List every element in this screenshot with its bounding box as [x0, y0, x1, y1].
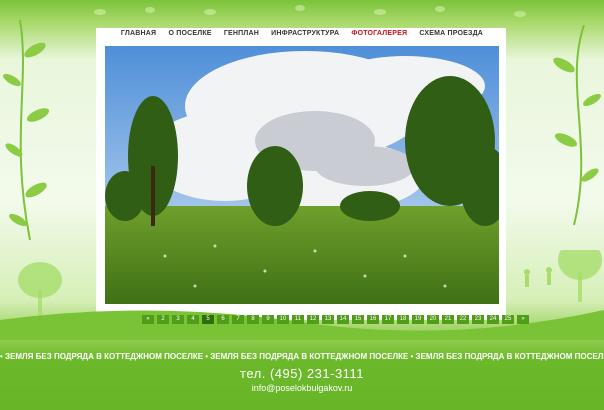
main-nav: ГЛАВНАЯ О ПОСЕЛКЕ ГЕНПЛАН ИНФРАСТРУКТУРА… — [0, 30, 604, 44]
meadow-landscape-image — [105, 46, 499, 304]
pager-page-button[interactable]: 20 — [427, 315, 439, 324]
right-vine-decoration — [553, 25, 601, 225]
pager-page-button[interactable]: 22 — [457, 315, 469, 324]
top-foliage-decoration — [94, 5, 526, 17]
pager-page-button[interactable]: 23 — [472, 315, 484, 324]
footer-slogan: • ЗЕМЛЯ БЕЗ ПОДРЯДА В КОТТЕДЖНОМ ПОСЕЛКЕ… — [0, 352, 604, 361]
footer-phone: тел. (495) 231-3111 — [240, 366, 364, 381]
pager-page-button[interactable]: 8 — [247, 315, 259, 324]
nav-item-genplan[interactable]: ГЕНПЛАН — [224, 30, 259, 37]
nav-item-directions[interactable]: СХЕМА ПРОЕЗДА — [419, 30, 483, 37]
pager-page-button[interactable]: 7 — [232, 315, 244, 324]
nav-item-about[interactable]: О ПОСЕЛКЕ — [168, 30, 211, 37]
pager-page-button[interactable]: 21 — [442, 315, 454, 324]
pager-page-button[interactable]: 19 — [412, 315, 424, 324]
pager-page-button[interactable]: 14 — [337, 315, 349, 324]
footer-email-link[interactable]: info@poselokbulgakov.ru — [0, 383, 604, 393]
pager-page-button[interactable]: 24 — [487, 315, 499, 324]
pager-page-button[interactable]: 2 — [157, 315, 169, 324]
pager-page-button[interactable]: 4 — [187, 315, 199, 324]
pager-page-button[interactable]: 15 — [352, 315, 364, 324]
gallery-pager: «2 3 4 5 6 7 8 9 10 11 12 13 14 15 16 17 18 19 20 21 22 23 24 2… — [142, 315, 529, 325]
nav-item-photogallery[interactable]: ФОТОГАЛЕРЕЯ — [351, 30, 407, 37]
pager-page-button[interactable]: 25 — [502, 315, 514, 324]
nav-item-infrastructure[interactable]: ИНФРАСТРУКТУРА — [271, 30, 339, 37]
pager-page-button[interactable]: 18 — [397, 315, 409, 324]
pager-page-button[interactable]: 12 — [307, 315, 319, 324]
left-vine-decoration — [3, 20, 50, 241]
pager-page-button[interactable]: 11 — [292, 315, 304, 324]
pager-page-button[interactable]: 16 — [367, 315, 379, 324]
pager-next-button[interactable]: » — [517, 315, 529, 324]
gallery-photo[interactable] — [105, 46, 499, 304]
pager-page-button[interactable]: 9 — [262, 315, 274, 324]
pager-page-button[interactable]: 5 — [202, 315, 214, 324]
pager-page-button[interactable]: 17 — [382, 315, 394, 324]
pager-page-button[interactable]: 6 — [217, 315, 229, 324]
pager-page-button[interactable]: 13 — [322, 315, 334, 324]
pager-page-button[interactable]: 3 — [172, 315, 184, 324]
pager-page-button[interactable]: 10 — [277, 315, 289, 324]
pager-prev-button[interactable]: « — [142, 315, 154, 324]
nav-item-home[interactable]: ГЛАВНАЯ — [121, 30, 156, 37]
